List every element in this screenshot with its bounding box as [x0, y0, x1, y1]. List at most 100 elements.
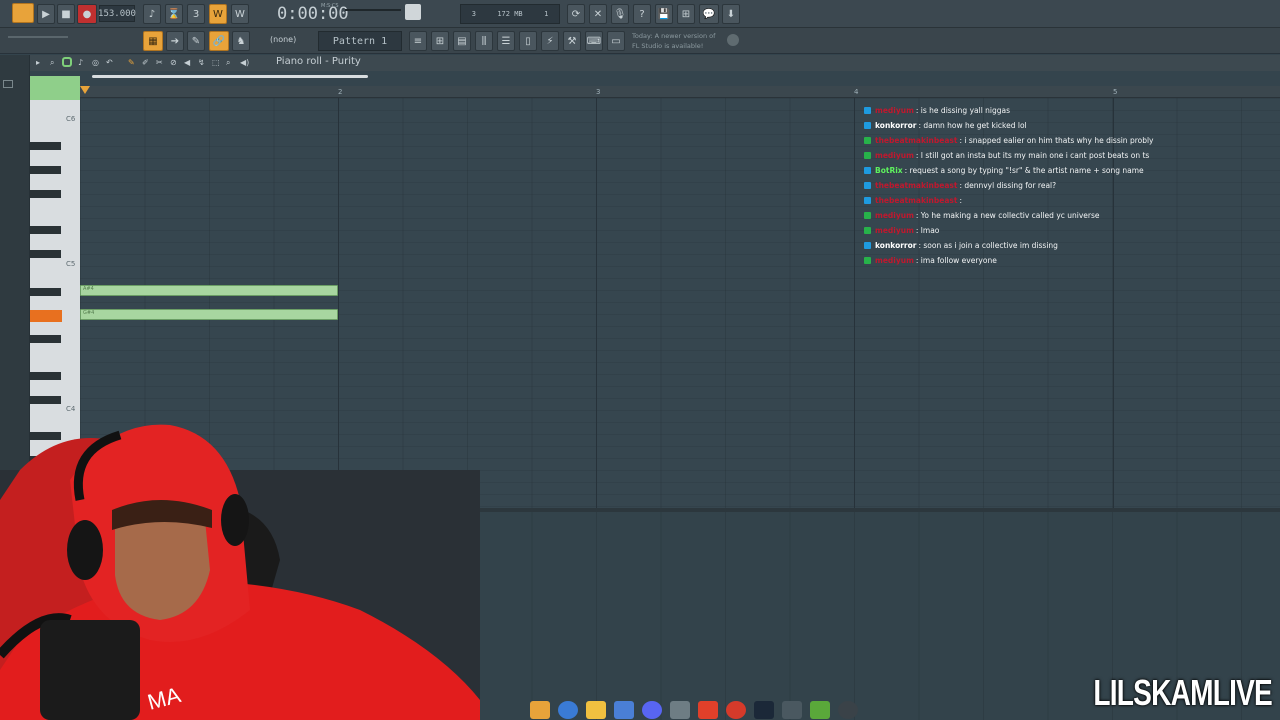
piano-roll-icon[interactable]: ▤: [453, 31, 471, 51]
pattern-selector[interactable]: (none): [270, 35, 296, 44]
pattern-name[interactable]: Pattern 1: [318, 31, 402, 51]
playback-icon[interactable]: ◀): [240, 58, 249, 67]
channel-rack-icon[interactable]: ⫼: [475, 31, 493, 51]
select-icon[interactable]: ⬚: [212, 58, 220, 67]
save-icon[interactable]: 💾: [655, 4, 673, 24]
brave-icon[interactable]: [698, 701, 718, 719]
black-key[interactable]: [30, 190, 61, 198]
record-target-icon[interactable]: ◎: [92, 58, 99, 67]
play-icon[interactable]: ▶: [37, 4, 55, 24]
news-panel[interactable]: Today: A newer version of FL Studio is a…: [632, 31, 715, 51]
active-key[interactable]: [30, 310, 62, 322]
browser-icon[interactable]: ▯: [519, 31, 537, 51]
menu-arrow-icon[interactable]: ▸: [36, 58, 40, 67]
store-icon[interactable]: [614, 701, 634, 719]
stream-chat: mediyum: is he dissing yall niggas konkor…: [864, 103, 1264, 268]
chat-username: BotRix: [875, 166, 903, 175]
snap-slider[interactable]: [8, 36, 68, 38]
chat-badge-icon: [864, 227, 871, 234]
plugin-picker-icon[interactable]: ⊞: [677, 4, 695, 24]
tools-icon[interactable]: ⚒: [563, 31, 581, 51]
edge-icon[interactable]: [558, 701, 578, 719]
time-mode-label: M:S:CS: [321, 3, 339, 9]
black-key[interactable]: [30, 226, 61, 234]
black-key[interactable]: [30, 335, 61, 343]
erase-icon[interactable]: ✂: [156, 58, 163, 67]
step-seq-icon[interactable]: ⊞: [431, 31, 449, 51]
fl-studio-taskbar-icon[interactable]: [530, 701, 550, 719]
chat-username: thebeatmakinbeast: [875, 181, 958, 190]
chat-text: : ima follow everyone: [915, 256, 997, 265]
black-key[interactable]: [30, 250, 61, 258]
chat-text: : lmao: [915, 226, 940, 235]
stop-icon[interactable]: ■: [57, 4, 75, 24]
undo-icon[interactable]: ↶: [106, 58, 113, 67]
mixer-view-icon[interactable]: ☰: [497, 31, 515, 51]
metronome-icon[interactable]: ♪: [143, 4, 161, 24]
chat-username: mediyum: [875, 211, 914, 220]
timeline-ruler[interactable]: [80, 86, 1280, 98]
chat-badge-icon: [864, 197, 871, 204]
black-key[interactable]: [30, 396, 61, 404]
project-icon[interactable]: ▭: [607, 31, 625, 51]
4k-icon[interactable]: [838, 701, 858, 719]
app-icon[interactable]: [670, 701, 690, 719]
tempo-display[interactable]: 153.000: [98, 5, 136, 22]
link-icon[interactable]: 🔗: [209, 31, 229, 51]
playhead-marker[interactable]: [80, 86, 90, 94]
magnet-icon[interactable]: ⌕: [50, 58, 54, 68]
record-icon[interactable]: ●: [77, 4, 97, 24]
channel-header[interactable]: [30, 76, 80, 100]
black-key[interactable]: [30, 372, 61, 380]
chat-message: thebeatmakinbeast: i snapped ealier on h…: [864, 133, 1264, 148]
black-key[interactable]: [30, 166, 61, 174]
slip-icon[interactable]: ↯: [198, 58, 205, 67]
chat-badge-icon: [864, 212, 871, 219]
chat-badge-icon: [864, 122, 871, 129]
settings-app-icon[interactable]: [782, 701, 802, 719]
pattern-mode-icon[interactable]: ▦: [143, 31, 163, 51]
wait-input-icon[interactable]: ⌛: [165, 4, 183, 24]
horizontal-scrollbar[interactable]: [92, 75, 368, 78]
globe-icon[interactable]: [727, 34, 739, 46]
piano-tool-icon[interactable]: ♞: [232, 31, 250, 51]
chat-icon[interactable]: 💬: [699, 4, 719, 24]
delete-icon[interactable]: ⊘: [170, 58, 177, 67]
brush-icon[interactable]: ✎: [187, 31, 205, 51]
fl-logo-icon[interactable]: [12, 3, 34, 23]
countdown-icon[interactable]: 3: [187, 4, 205, 24]
microphone-icon[interactable]: 🎙: [611, 4, 629, 24]
black-key[interactable]: [30, 142, 61, 150]
minecraft-icon[interactable]: [810, 701, 830, 719]
pencil-icon[interactable]: ✎: [128, 58, 135, 67]
recent-files-icon[interactable]: ⟳: [567, 4, 585, 24]
mixer-icon[interactable]: ✕: [589, 4, 607, 24]
note-label: A#4: [83, 286, 94, 292]
blend-notes-icon[interactable]: W: [231, 4, 249, 24]
folder-icon[interactable]: [3, 80, 13, 88]
stamp-icon[interactable]: ♪: [78, 58, 83, 67]
help-icon[interactable]: ?: [633, 4, 651, 24]
obs-icon[interactable]: [726, 701, 746, 719]
zoom-icon[interactable]: ⌕: [226, 58, 230, 68]
plugin-icon[interactable]: ⚡: [541, 31, 559, 51]
note[interactable]: G#4: [80, 309, 338, 320]
note[interactable]: A#4: [80, 285, 338, 296]
arrow-icon[interactable]: ➔: [166, 31, 184, 51]
snap-magnet-icon[interactable]: [62, 57, 72, 67]
mute-icon[interactable]: ◀: [184, 58, 190, 67]
black-key[interactable]: [30, 288, 61, 296]
master-pitch-knob[interactable]: [405, 4, 421, 20]
step-edit-icon[interactable]: W: [209, 4, 227, 24]
file-explorer-icon[interactable]: [586, 701, 606, 719]
paint-icon[interactable]: ✐: [142, 58, 149, 67]
playlist-icon[interactable]: ≡: [409, 31, 427, 51]
steam-icon[interactable]: [754, 701, 774, 719]
chat-message: thebeatmakinbeast: dennvyl dissing for r…: [864, 178, 1264, 193]
download-icon[interactable]: ⬇: [722, 4, 740, 24]
touch-keyboard-icon[interactable]: ⌨: [585, 31, 603, 51]
master-volume-slider[interactable]: [345, 9, 401, 11]
memory-value: 172 MB: [497, 10, 523, 18]
chat-username: mediyum: [875, 106, 914, 115]
discord-icon[interactable]: [642, 701, 662, 719]
